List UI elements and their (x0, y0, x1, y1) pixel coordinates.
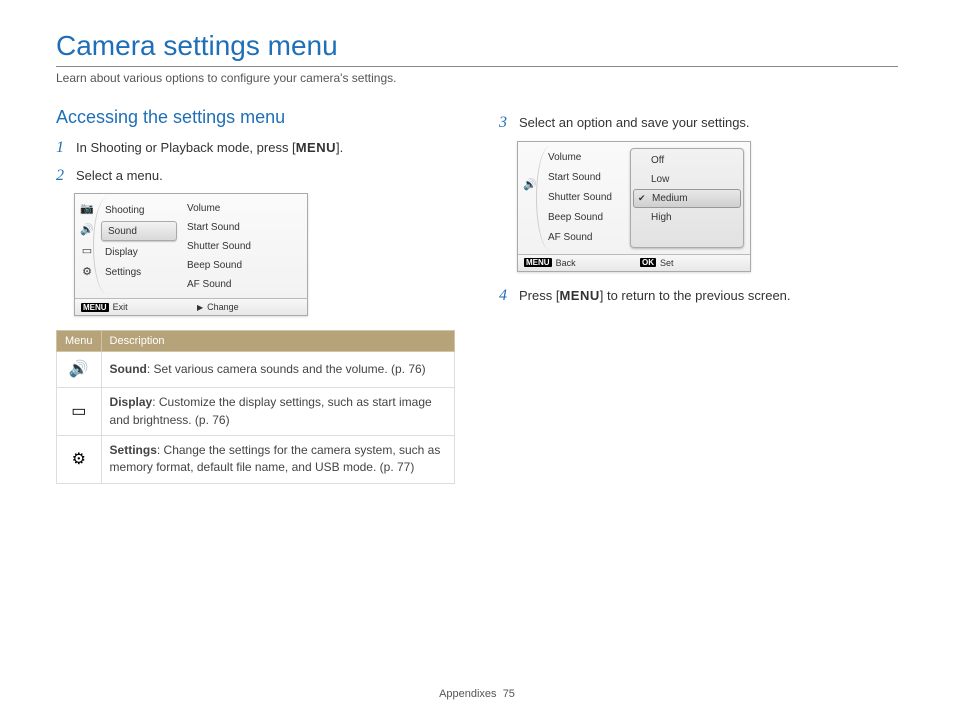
step-number: 4 (499, 287, 513, 305)
sound-icon: 🔊 (80, 223, 94, 236)
row-desc: : Customize the display settings, such a… (110, 395, 432, 426)
footer-set-label: Set (660, 258, 674, 268)
option-shutter-sound[interactable]: Shutter Sound (542, 188, 630, 208)
option-af-sound[interactable]: AF Sound (183, 276, 303, 292)
page-title: Camera settings menu (56, 30, 898, 62)
title-divider (56, 66, 898, 67)
step-text: Select a menu. (76, 166, 163, 186)
step4-prefix: Press [ (519, 288, 559, 303)
table-row: ⚙ Settings: Change the settings for the … (57, 435, 455, 483)
menu-item-label: Sound (108, 226, 137, 237)
table-row: 🔊 Sound: Set various camera sounds and t… (57, 352, 455, 388)
table-cell-desc: Sound: Set various camera sounds and the… (101, 352, 454, 388)
footer-change-label: Change (207, 302, 239, 312)
sound-icon: 🔊 (57, 352, 102, 388)
menu-item-shooting[interactable]: Shooting (99, 200, 179, 220)
row-desc: : Change the settings for the camera sys… (110, 443, 441, 474)
screen-option-list: Volume Start Sound Shutter Sound Beep So… (179, 194, 307, 298)
step-text: In Shooting or Playback mode, press [MEN… (76, 138, 343, 158)
gear-icon: ⚙ (57, 435, 102, 483)
option-label: Start Sound (548, 172, 601, 183)
screen-menu-list: Shooting Sound Display Settings (99, 194, 179, 298)
option-volume[interactable]: Volume (183, 200, 303, 216)
footer-back[interactable]: MENU Back (518, 255, 634, 271)
step1-prefix: In Shooting or Playback mode, press [ (76, 140, 296, 155)
play-icon: ▶ (197, 303, 203, 312)
display-icon: ▭ (57, 388, 102, 436)
value-popup: Off Low Medium High (630, 148, 744, 248)
step-3: 3 Select an option and save your setting… (499, 113, 898, 133)
menu-button-label: MENU (296, 140, 336, 155)
gear-icon: ⚙ (80, 265, 94, 278)
menu-item-label: Display (105, 247, 138, 258)
step-number: 2 (56, 167, 70, 185)
step-4: 4 Press [MENU] to return to the previous… (499, 286, 898, 306)
row-desc: : Set various camera sounds and the volu… (147, 362, 426, 376)
footer-exit-label: Exit (113, 302, 128, 312)
option-label: Volume (548, 152, 581, 163)
display-icon: ▭ (80, 244, 94, 257)
camera-screen-menu: 📷 🔊 ▭ ⚙ Shooting Sound Display Settings … (74, 193, 308, 316)
table-cell-desc: Settings: Change the settings for the ca… (101, 435, 454, 483)
camera-screen-option: 🔊 Volume Start Sound Shutter Sound Beep … (517, 141, 751, 272)
option-beep-sound[interactable]: Beep Sound (183, 257, 303, 273)
page-number: 75 (503, 688, 515, 700)
table-cell-desc: Display: Customize the display settings,… (101, 388, 454, 436)
step-1: 1 In Shooting or Playback mode, press [M… (56, 138, 455, 158)
menu-icon: MENU (81, 303, 109, 312)
menu-item-settings[interactable]: Settings (99, 262, 179, 282)
step-number: 1 (56, 139, 70, 157)
value-high[interactable]: High (633, 208, 741, 227)
screen-footer: MENU Back OK Set (518, 254, 750, 271)
menu-button-label: MENU (559, 288, 599, 303)
page-subtitle: Learn about various options to configure… (56, 71, 898, 85)
menu-item-label: Settings (105, 267, 141, 278)
menu-item-display[interactable]: Display (99, 242, 179, 262)
option-label: Beep Sound (548, 212, 603, 223)
screen-left-icons: 🔊 (518, 142, 542, 254)
menu-item-label: Shooting (105, 205, 144, 216)
row-label: Settings (110, 443, 157, 457)
option-label: Shutter Sound (548, 192, 612, 203)
step-text: Press [MENU] to return to the previous s… (519, 286, 791, 306)
screen-footer: MENU Exit ▶ Change (75, 298, 307, 315)
table-row: ▭ Display: Customize the display setting… (57, 388, 455, 436)
table-head-desc: Description (101, 331, 454, 352)
screen-option-list: Volume Start Sound Shutter Sound Beep So… (542, 142, 630, 254)
option-label: AF Sound (548, 232, 592, 243)
footer-section: Appendixes (439, 688, 497, 700)
value-low[interactable]: Low (633, 170, 741, 189)
footer-change[interactable]: ▶ Change (191, 299, 307, 315)
step4-suffix: ] to return to the previous screen. (600, 288, 791, 303)
sound-icon: 🔊 (523, 178, 537, 191)
value-off[interactable]: Off (633, 151, 741, 170)
left-column: Accessing the settings menu 1 In Shootin… (56, 107, 455, 484)
option-start-sound[interactable]: Start Sound (542, 168, 630, 188)
screen-left-icons: 📷 🔊 ▭ ⚙ (75, 194, 99, 298)
option-start-sound[interactable]: Start Sound (183, 219, 303, 235)
option-volume[interactable]: Volume (542, 148, 630, 168)
footer-back-label: Back (556, 258, 576, 268)
step-2: 2 Select a menu. (56, 166, 455, 186)
step-text: Select an option and save your settings. (519, 113, 750, 133)
menu-description-table: Menu Description 🔊 Sound: Set various ca… (56, 330, 455, 484)
footer-exit[interactable]: MENU Exit (75, 299, 191, 315)
section-heading: Accessing the settings menu (56, 107, 455, 128)
option-af-sound[interactable]: AF Sound (542, 228, 630, 248)
menu-icon: MENU (524, 258, 552, 267)
option-shutter-sound[interactable]: Shutter Sound (183, 238, 303, 254)
menu-item-sound[interactable]: Sound (101, 221, 177, 241)
option-beep-sound[interactable]: Beep Sound (542, 208, 630, 228)
page-footer: Appendixes 75 (0, 688, 954, 700)
step-number: 3 (499, 114, 513, 132)
ok-icon: OK (640, 258, 656, 267)
value-medium[interactable]: Medium (633, 189, 741, 208)
footer-set[interactable]: OK Set (634, 255, 750, 271)
right-column: 3 Select an option and save your setting… (499, 107, 898, 484)
camera-icon: 📷 (80, 202, 94, 215)
row-label: Sound (110, 362, 147, 376)
step1-suffix: ]. (336, 140, 343, 155)
row-label: Display (110, 395, 153, 409)
table-head-menu: Menu (57, 331, 102, 352)
